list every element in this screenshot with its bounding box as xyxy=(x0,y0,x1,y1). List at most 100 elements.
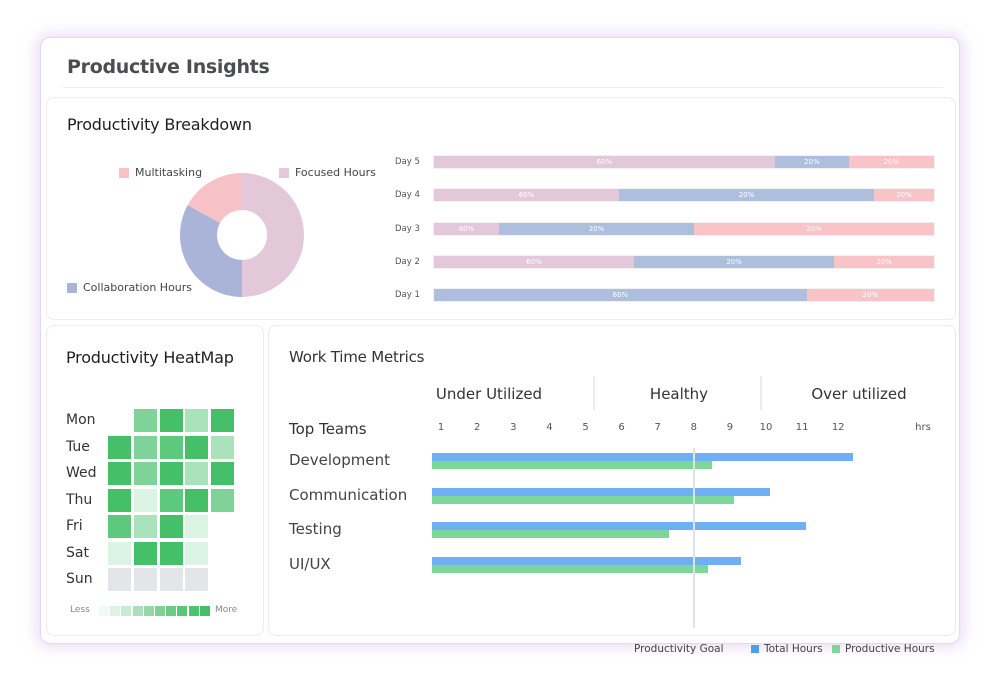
legend-label: Focused Hours xyxy=(295,166,376,179)
heatmap-cell[interactable] xyxy=(133,488,157,512)
bar-segment-focused-hours: 60% xyxy=(434,189,619,202)
heatmap-cell[interactable] xyxy=(108,515,131,538)
heatmap-cell[interactable] xyxy=(159,541,183,565)
metrics-title: Work Time Metrics xyxy=(289,348,425,366)
heatmap-cell[interactable] xyxy=(133,515,157,538)
axis-unit-label: hrs xyxy=(915,422,931,433)
heatmap-title: Productivity HeatMap xyxy=(66,348,234,367)
zone-over-utilized: Over utilized xyxy=(811,385,907,403)
heatmap-cell[interactable] xyxy=(108,462,131,485)
heatmap-cell[interactable] xyxy=(159,568,183,591)
legend-swatch xyxy=(119,167,129,178)
heatmap-legend-cell xyxy=(121,606,132,616)
donut-chart xyxy=(180,173,304,297)
bar-segment-collaboration-hours: 20% xyxy=(774,156,849,168)
heatmap-cell[interactable] xyxy=(211,435,235,459)
axis-tick: 5 xyxy=(582,422,589,433)
zone-under-utilized: Under Utilized xyxy=(435,385,543,403)
bar-productive-hours xyxy=(432,530,669,539)
heatmap-legend-more: More xyxy=(215,605,238,615)
bar-segment-collaboration-hours: 60% xyxy=(434,289,807,302)
heatmap-legend-less: Less xyxy=(70,605,90,615)
heatmap-cell[interactable] xyxy=(159,409,183,432)
heatmap-cell[interactable] xyxy=(211,409,235,432)
legend-swatch xyxy=(751,645,759,653)
heatmap-day-label: Mon xyxy=(66,412,96,428)
bar-productive-hours xyxy=(432,495,734,504)
heatmap-cell[interactable] xyxy=(185,409,209,432)
productivity-goal-line xyxy=(692,448,695,628)
heatmap-cell[interactable] xyxy=(133,462,157,485)
heatmap-cell[interactable] xyxy=(133,568,157,591)
bar-segment-collaboration-hours: 20% xyxy=(499,222,694,235)
zone-divider xyxy=(760,376,762,410)
heatmap-cell[interactable] xyxy=(159,462,183,485)
heatmap-cell[interactable] xyxy=(211,488,235,512)
legend-swatch xyxy=(279,167,289,178)
heatmap-cell[interactable] xyxy=(185,435,209,459)
axis-tick: 9 xyxy=(726,422,734,433)
day-label: Day 3 xyxy=(395,223,420,234)
heatmap-legend-cell xyxy=(143,606,154,616)
legend-label: Productive Hours xyxy=(845,643,935,655)
heatmap-day-label: Fri xyxy=(66,518,83,534)
heatmap-cell[interactable] xyxy=(159,515,183,538)
legend-productivity-goal: Productivity Goal xyxy=(634,643,724,655)
axis-tick: 1 xyxy=(437,422,445,433)
bar-productive-hours xyxy=(432,564,709,573)
heatmap-legend-cell xyxy=(132,606,143,616)
heatmap-cell[interactable] xyxy=(185,462,209,485)
heatmap-cell[interactable] xyxy=(108,488,131,512)
bar-segment-multitasking: 20% xyxy=(694,222,934,235)
legend-label: Collaboration Hours xyxy=(83,281,193,294)
team-label: UI/UX xyxy=(289,554,331,573)
heatmap-legend-cell xyxy=(99,606,109,616)
heatmap-legend-cell xyxy=(177,606,188,616)
top-teams-label: Top Teams xyxy=(289,420,367,438)
heatmap-cell[interactable] xyxy=(133,435,157,459)
stacked-bar-day-1: 60% 20% xyxy=(433,288,935,303)
heatmap-cell[interactable] xyxy=(185,488,209,512)
heatmap-cell[interactable] xyxy=(185,568,209,591)
productivity-heatmap-card: Productivity HeatMap Mon Tue Wed Thu Fri Sat S… xyxy=(46,325,264,636)
heatmap-cell[interactable] xyxy=(108,568,131,591)
legend-total-hours: Total Hours xyxy=(751,643,823,655)
heatmap-cell[interactable] xyxy=(211,462,235,485)
axis-tick: 6 xyxy=(618,422,625,433)
heatmap-legend-cell xyxy=(110,606,121,616)
heatmap-cell[interactable] xyxy=(159,435,183,459)
bar-segment-focused-hours: 60% xyxy=(434,255,634,268)
axis-tick: 10 xyxy=(759,422,773,433)
heatmap-cell[interactable] xyxy=(108,435,131,459)
heatmap-cell[interactable] xyxy=(108,541,131,565)
day-label: Day 2 xyxy=(395,256,420,267)
axis-tick: 11 xyxy=(795,422,809,433)
legend-label: Total Hours xyxy=(764,643,823,655)
stacked-bar-day-3: 60% 20% 20% xyxy=(433,221,935,236)
bar-segment-multitasking: 20% xyxy=(806,289,934,302)
heatmap-day-label: Sat xyxy=(66,544,89,561)
insights-panel: Productive Insights Productivity Breakdo… xyxy=(40,37,960,655)
heatmap-cell[interactable] xyxy=(185,515,209,538)
day-label: Day 4 xyxy=(395,190,420,201)
bar-total-hours xyxy=(432,522,806,531)
axis-tick: 12 xyxy=(831,422,845,433)
heatmap-legend-cell xyxy=(166,606,177,616)
team-label: Communication xyxy=(289,485,408,504)
heatmap-cell[interactable] xyxy=(159,488,183,512)
axis-tick: 4 xyxy=(546,422,553,433)
bar-segment-collaboration-hours: 20% xyxy=(634,255,834,268)
heatmap-cell[interactable] xyxy=(133,541,157,565)
heatmap-day-label: Thu xyxy=(66,491,93,508)
bar-segment-collaboration-hours: 20% xyxy=(619,189,874,202)
day-label: Day 1 xyxy=(395,290,420,301)
heatmap-legend-cell xyxy=(155,606,165,616)
heatmap-cell[interactable] xyxy=(185,541,209,565)
legend-label: Productivity Goal xyxy=(634,643,724,655)
heatmap-cell[interactable] xyxy=(133,409,157,432)
bar-segment-multitasking: 20% xyxy=(834,255,934,268)
axis-tick: 7 xyxy=(654,422,661,433)
bar-total-hours xyxy=(432,453,853,461)
heatmap-day-label: Tue xyxy=(66,438,90,455)
axis-tick: 8 xyxy=(690,422,697,433)
